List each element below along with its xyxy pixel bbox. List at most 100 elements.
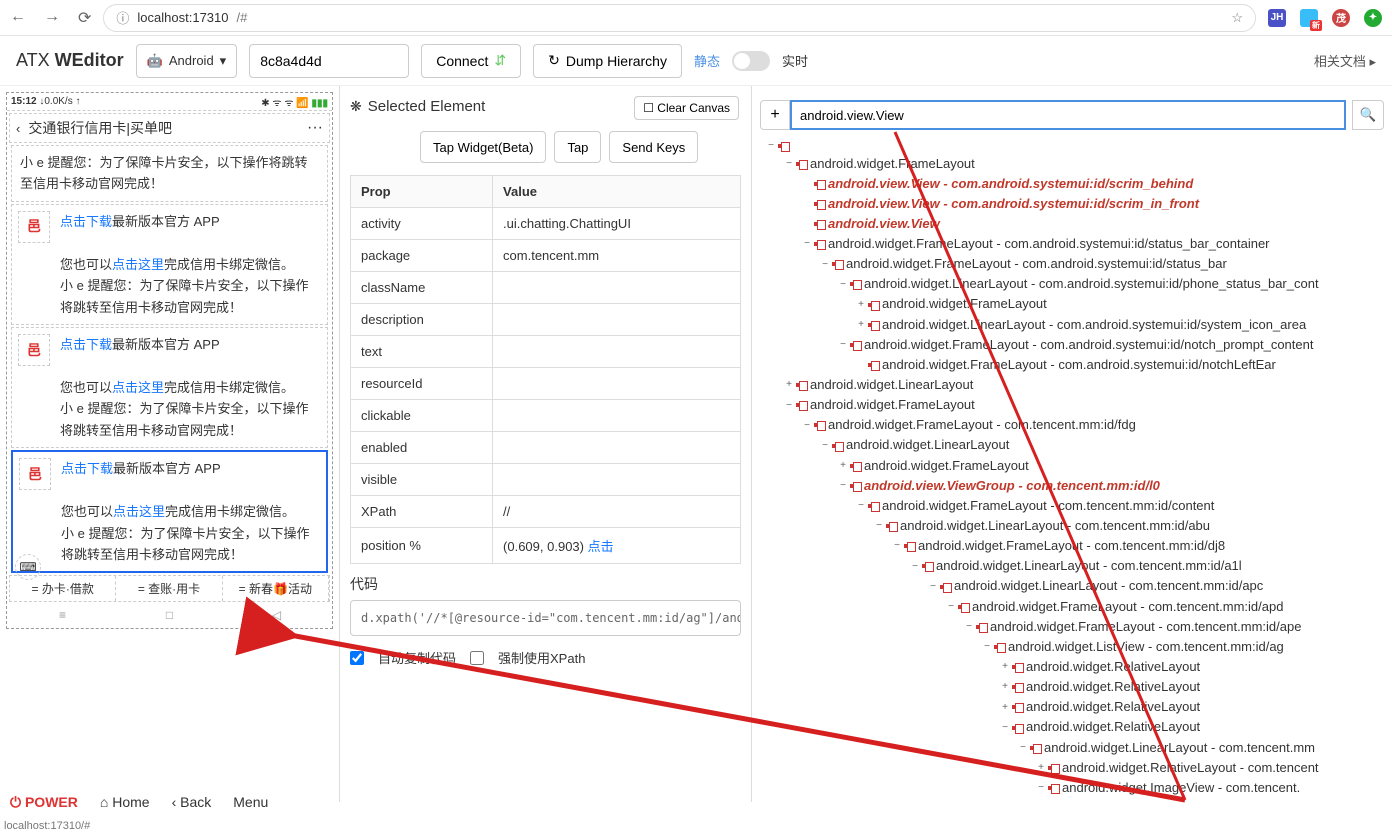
tap-button[interactable]: Tap xyxy=(554,131,601,163)
message-item[interactable]: 小 e 提醒您：为了保障卡片安全，以下操作将跳转至信用卡移动官网完成！ xyxy=(11,145,328,202)
tree-node[interactable]: −android.widget.LinearLayout xyxy=(760,435,1384,455)
tree-node[interactable]: +android.widget.RelativeLayout xyxy=(760,677,1384,697)
download-link[interactable]: 点击下载 xyxy=(60,214,112,229)
tree-search-input[interactable] xyxy=(790,100,1346,130)
tree-node[interactable]: +android.widget.LinearLayout - com.andro… xyxy=(760,315,1384,335)
menu-bill[interactable]: = 查账·用卡 xyxy=(116,576,222,601)
avatar-icon: 邑 xyxy=(19,458,51,490)
clear-canvas-button[interactable]: ☐ Clear Canvas xyxy=(634,96,739,120)
click-here-link[interactable]: 点击这里 xyxy=(112,380,164,395)
tree-node[interactable]: −android.widget.LinearLayout - com.andro… xyxy=(760,274,1384,294)
nav-back-icon[interactable]: ◁ xyxy=(223,604,330,626)
tree-node[interactable]: −android.widget.FrameLayout - com.tencen… xyxy=(760,597,1384,617)
hierarchy-tree[interactable]: −−android.widget.FrameLayoutandroid.view… xyxy=(760,138,1384,802)
device-input[interactable] xyxy=(249,44,409,78)
tree-node[interactable]: − xyxy=(760,138,1384,154)
tree-node[interactable]: −android.widget.RelativeLayout xyxy=(760,717,1384,737)
menu-button[interactable]: Menu xyxy=(233,794,268,810)
forward-icon[interactable]: → xyxy=(44,8,60,28)
docs-link[interactable]: 相关文档 ▸ xyxy=(1314,51,1376,70)
message-item-selected[interactable]: 邑 点击下载最新版本官方 APP 您也可以点击这里完成信用卡绑定微信。 小 e … xyxy=(11,450,328,573)
tree-node[interactable]: −android.widget.FrameLayout - com.tencen… xyxy=(760,536,1384,556)
node-label: android.widget.FrameLayout - com.tencent… xyxy=(916,536,1225,556)
tree-node[interactable]: android.view.View - com.android.systemui… xyxy=(760,194,1384,214)
tree-node[interactable]: −android.widget.ListView - com.tencent.m… xyxy=(760,637,1384,657)
platform-select[interactable]: 🤖 Android ▾ xyxy=(136,44,238,78)
prop-header: Prop xyxy=(351,176,493,208)
menu-activity[interactable]: = 新春🎁活动 xyxy=(223,576,329,601)
search-button[interactable]: 🔍 xyxy=(1352,100,1384,130)
tree-node[interactable]: −android.widget.LinearLayout - com.tence… xyxy=(760,516,1384,536)
tap-widget-button[interactable]: Tap Widget(Beta) xyxy=(420,131,546,163)
tree-node[interactable]: −android.widget.LinearLayout - com.tence… xyxy=(760,556,1384,576)
reload-icon[interactable]: ⟳ xyxy=(78,8,91,28)
tree-node[interactable]: −android.view.ViewGroup - com.tencent.mm… xyxy=(760,476,1384,496)
star-icon[interactable]: ☆ xyxy=(1231,10,1243,26)
tree-node[interactable]: −android.widget.LinearLayout - com.tence… xyxy=(760,576,1384,596)
auto-copy-checkbox[interactable] xyxy=(350,651,364,665)
tree-node[interactable]: android.widget.FrameLayout - com.android… xyxy=(760,355,1384,375)
tree-node[interactable]: −android.widget.FrameLayout xyxy=(760,395,1384,415)
tree-node[interactable]: +android.widget.RelativeLayout xyxy=(760,657,1384,677)
node-label: android.widget.LinearLayout - com.tencen… xyxy=(952,576,1263,596)
tree-node[interactable]: android.view.View - com.android.systemui… xyxy=(760,174,1384,194)
dump-hierarchy-button[interactable]: ↻ Dump Hierarchy xyxy=(533,44,682,78)
tree-node[interactable]: +android.widget.FrameLayout xyxy=(760,456,1384,476)
url-bar[interactable]: ⓘ localhost:17310/# ☆ xyxy=(103,4,1256,32)
url-host: localhost:17310 xyxy=(137,10,228,25)
ext-new-icon[interactable] xyxy=(1300,9,1318,27)
position-click-link[interactable]: 点击 xyxy=(588,539,614,554)
refresh-icon: ↻ xyxy=(548,52,560,69)
tree-node[interactable]: +android.widget.RelativeLayout - com.ten… xyxy=(760,758,1384,778)
node-label: android.widget.RelativeLayout xyxy=(1024,697,1200,717)
node-icon xyxy=(850,279,860,289)
mode-toggle[interactable] xyxy=(732,51,770,71)
message-text: 您也可以 xyxy=(60,257,112,272)
tree-node[interactable]: −android.widget.FrameLayout - com.tencen… xyxy=(760,496,1384,516)
home-button[interactable]: ⌂ Home xyxy=(100,794,150,810)
tree-node[interactable]: android.view.View xyxy=(760,214,1384,234)
app-toolbar: ATX WEditor 🤖 Android ▾ Connect ⇵ ↻ Dump… xyxy=(0,36,1392,86)
back-icon[interactable]: ← xyxy=(10,8,26,28)
tree-node[interactable]: +android.widget.RelativeLayout xyxy=(760,697,1384,717)
download-link[interactable]: 点击下载 xyxy=(61,461,113,476)
code-box[interactable]: d.xpath('//*[@resource-id="com.tencent.m… xyxy=(350,600,741,636)
more-icon[interactable]: ··· xyxy=(307,119,323,137)
tree-node[interactable]: android.view.View xyxy=(760,798,1384,802)
tree-node[interactable]: −android.widget.FrameLayout - com.androi… xyxy=(760,254,1384,274)
back-button[interactable]: ‹ Back xyxy=(172,794,212,810)
message-item[interactable]: 邑 点击下载最新版本官方 APP 您也可以点击这里完成信用卡绑定微信。 小 e … xyxy=(11,204,328,325)
tree-node[interactable]: −android.widget.FrameLayout - com.tencen… xyxy=(760,617,1384,637)
tree-node[interactable]: −android.widget.LinearLayout - com.tence… xyxy=(760,738,1384,758)
add-button[interactable]: + xyxy=(760,100,790,130)
ext-green-icon[interactable]: ✦ xyxy=(1364,9,1382,27)
ext-mao-icon[interactable]: 茂 xyxy=(1332,9,1350,27)
menu-card[interactable]: = 办卡·借款 xyxy=(10,576,116,601)
node-label: android.widget.LinearLayout - com.tencen… xyxy=(934,556,1242,576)
node-label: android.widget.LinearLayout - com.androi… xyxy=(862,274,1319,294)
tree-node[interactable]: −android.widget.FrameLayout - com.androi… xyxy=(760,234,1384,254)
tree-node[interactable]: −android.widget.FrameLayout - com.androi… xyxy=(760,335,1384,355)
node-icon xyxy=(832,259,842,269)
nav-home-icon[interactable]: □ xyxy=(116,604,223,626)
nav-recent-icon[interactable]: ≡ xyxy=(9,604,116,626)
ext-jh-icon[interactable]: JH xyxy=(1268,9,1286,27)
connect-button[interactable]: Connect ⇵ xyxy=(421,44,521,78)
screenshot-panel: 15:12 ↓0.0K/s ↑ ✱ ᯤ ᯤ 📶 ▮▮▮ ‹ 交通银行信用卡|买单… xyxy=(0,86,340,802)
prop-value xyxy=(493,432,741,464)
chevron-left-icon[interactable]: ‹ xyxy=(16,121,20,136)
prop-value xyxy=(493,336,741,368)
power-button[interactable]: ⏻ POWER xyxy=(10,794,78,811)
click-here-link[interactable]: 点击这里 xyxy=(112,257,164,272)
tree-node[interactable]: +android.widget.LinearLayout xyxy=(760,375,1384,395)
force-xpath-checkbox[interactable] xyxy=(470,651,484,665)
tree-node[interactable]: −android.widget.FrameLayout - com.tencen… xyxy=(760,415,1384,435)
tree-node[interactable]: −android.widget.FrameLayout xyxy=(760,154,1384,174)
tree-node[interactable]: +android.widget.FrameLayout xyxy=(760,294,1384,314)
message-item[interactable]: 邑 点击下载最新版本官方 APP 您也可以点击这里完成信用卡绑定微信。 小 e … xyxy=(11,327,328,448)
click-here-link[interactable]: 点击这里 xyxy=(113,504,165,519)
download-link[interactable]: 点击下载 xyxy=(60,337,112,352)
send-keys-button[interactable]: Send Keys xyxy=(609,131,698,163)
prop-value: .ui.chatting.ChattingUI xyxy=(493,208,741,240)
tree-node[interactable]: −android.widget.ImageView - com.tencent. xyxy=(760,778,1384,798)
